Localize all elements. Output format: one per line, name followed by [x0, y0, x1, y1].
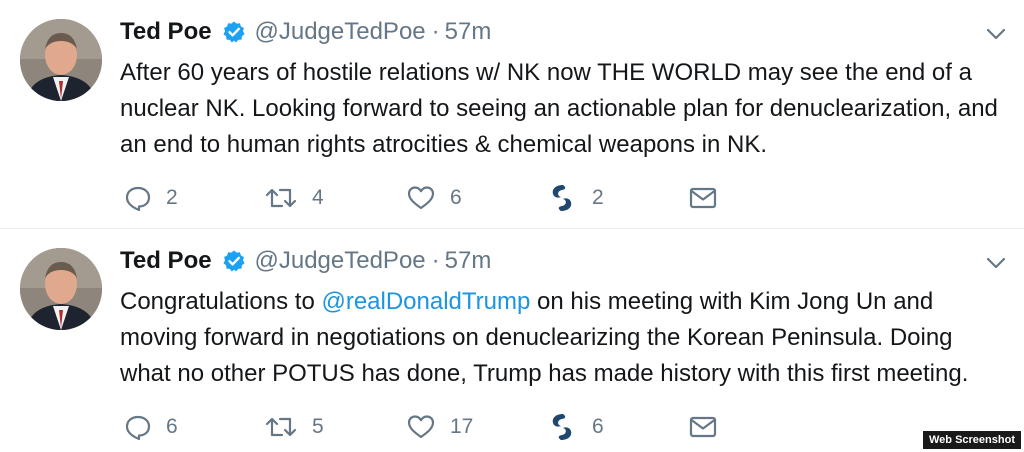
reply-button[interactable]: 6: [124, 411, 178, 443]
reply-icon: [124, 413, 152, 441]
author-handle[interactable]: @JudgeTedPoe: [254, 247, 425, 274]
like-button[interactable]: 6: [406, 182, 462, 214]
heart-icon: [406, 184, 436, 212]
watermark-label: Web Screenshot: [923, 431, 1021, 449]
swirl-share-icon: [546, 411, 578, 443]
like-count: 6: [450, 186, 462, 209]
tweet: Ted Poe @JudgeTedPoe · 57m After 60 years …: [0, 0, 1024, 229]
tweet-timestamp[interactable]: 57m: [445, 18, 492, 45]
chevron-down-icon[interactable]: [984, 251, 1008, 275]
separator: ·: [431, 18, 440, 45]
like-count: 17: [450, 415, 474, 438]
retweet-icon: [264, 184, 298, 212]
retweet-button[interactable]: 4: [264, 182, 324, 214]
chevron-down-icon[interactable]: [984, 22, 1008, 46]
tweet-header: Ted Poe @JudgeTedPoe · 57m: [120, 18, 491, 50]
envelope-icon: [688, 413, 718, 441]
reply-count: 2: [166, 186, 178, 209]
retweet-count: 4: [312, 186, 324, 209]
envelope-icon: [688, 184, 718, 212]
retweet-count: 5: [312, 415, 324, 438]
share-count: 2: [592, 186, 604, 209]
tweet: Ted Poe @JudgeTedPoe · 57m Congratulations…: [0, 229, 1024, 452]
author-name[interactable]: Ted Poe: [120, 247, 212, 274]
reply-icon: [124, 184, 152, 212]
reply-count: 6: [166, 415, 178, 438]
share-app-button[interactable]: 6: [546, 411, 604, 443]
retweet-icon: [264, 413, 298, 441]
reply-button[interactable]: 2: [124, 182, 178, 214]
avatar[interactable]: [20, 248, 102, 330]
tweet-text: Congratulations to @realDonaldTrump on h…: [120, 284, 1000, 392]
separator: ·: [431, 247, 440, 274]
tweet-header: Ted Poe @JudgeTedPoe · 57m: [120, 247, 491, 279]
heart-icon: [406, 413, 436, 441]
tweet-actions: 6 5 17 6: [120, 411, 740, 443]
share-count: 6: [592, 415, 604, 438]
swirl-share-icon: [546, 182, 578, 214]
tweet-timestamp[interactable]: 57m: [445, 247, 492, 274]
retweet-button[interactable]: 5: [264, 411, 324, 443]
like-button[interactable]: 17: [406, 411, 473, 443]
share-app-button[interactable]: 2: [546, 182, 604, 214]
direct-message-button[interactable]: [688, 411, 718, 443]
tweet-text: After 60 years of hostile relations w/ N…: [120, 55, 1000, 163]
tweet-actions: 2 4 6 2: [120, 182, 740, 214]
avatar[interactable]: [20, 19, 102, 101]
author-handle[interactable]: @JudgeTedPoe: [254, 18, 425, 45]
author-name[interactable]: Ted Poe: [120, 18, 212, 45]
tweet-text-part: Congratulations to: [120, 288, 322, 315]
tweet-text-part: After 60 years of hostile relations w/ N…: [120, 59, 998, 158]
direct-message-button[interactable]: [688, 182, 718, 214]
verified-badge-icon: [222, 249, 246, 273]
verified-badge-icon: [222, 20, 246, 44]
mention-link[interactable]: @realDonaldTrump: [321, 288, 530, 315]
